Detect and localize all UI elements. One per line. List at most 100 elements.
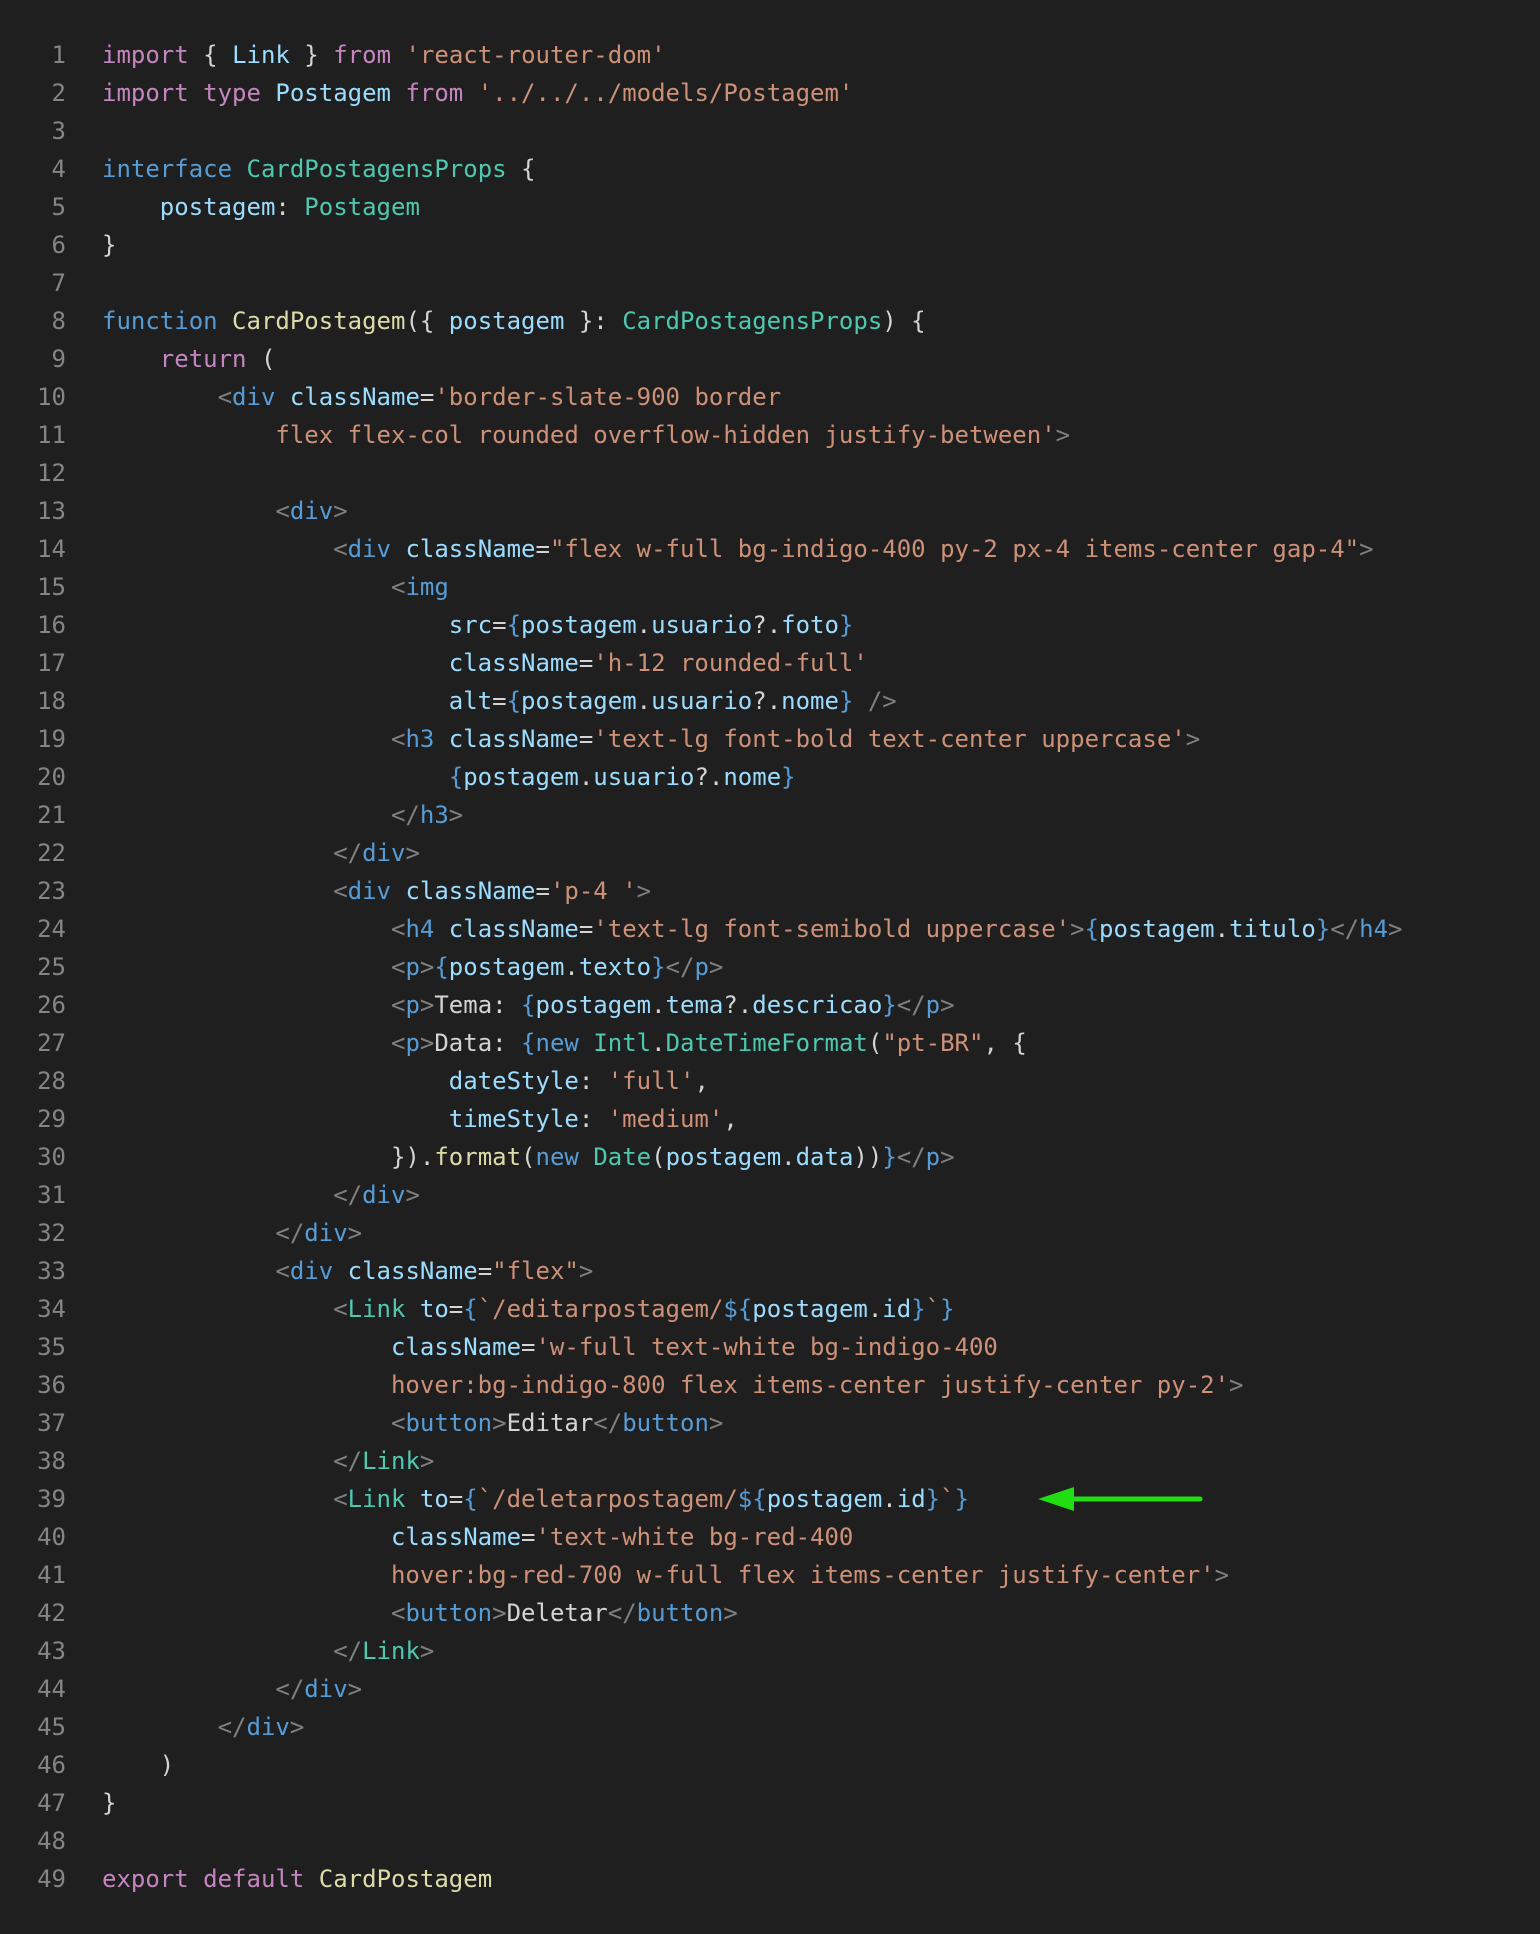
code-text[interactable]: <Link to={`/editarpostagem/${postagem.id… (102, 1290, 954, 1328)
code-text[interactable]: <button>Deletar</button> (102, 1594, 738, 1632)
code-line[interactable]: 8 function CardPostagem({ postagem }: Car… (0, 302, 1540, 340)
code-text[interactable]: <button>Editar</button> (102, 1404, 723, 1442)
code-text[interactable]: className='w-full text-white bg-indigo-4… (102, 1328, 998, 1366)
code-text[interactable]: } (102, 1784, 116, 1822)
code-text[interactable]: hover:bg-red-700 w-full flex items-cente… (102, 1556, 1229, 1594)
code-line[interactable]: 16 src={postagem.usuario?.foto} (0, 606, 1540, 644)
code-line[interactable]: 30 }).format(new Date(postagem.data))}</… (0, 1138, 1540, 1176)
code-text[interactable]: } (102, 226, 116, 264)
code-text[interactable]: postagem: Postagem (102, 188, 420, 226)
code-text[interactable]: export default CardPostagem (102, 1860, 492, 1898)
code-line[interactable]: 49 export default CardPostagem (0, 1860, 1540, 1898)
code-text[interactable]: <p>Tema: {postagem.tema?.descricao}</p> (102, 986, 955, 1024)
code-line[interactable]: 37 <button>Editar</button> (0, 1404, 1540, 1442)
code-text[interactable]: import { Link } from 'react-router-dom' (102, 36, 666, 74)
code-line[interactable]: 43 </Link> (0, 1632, 1540, 1670)
code-line[interactable]: 4 interface CardPostagensProps { (0, 150, 1540, 188)
code-line[interactable]: 6} (0, 226, 1540, 264)
code-text[interactable]: {postagem.usuario?.nome} (102, 758, 796, 796)
code-line[interactable]: 18 alt={postagem.usuario?.nome} /> (0, 682, 1540, 720)
code-text[interactable]: flex flex-col rounded overflow-hidden ju… (102, 416, 1070, 454)
code-text[interactable]: <img (102, 568, 449, 606)
code-line[interactable]: 3 (0, 112, 1540, 150)
code-line[interactable]: 31 </div> (0, 1176, 1540, 1214)
code-text[interactable]: }).format(new Date(postagem.data))}</p> (102, 1138, 955, 1176)
code-text[interactable]: <div className="flex w-full bg-indigo-40… (102, 530, 1373, 568)
code-line[interactable]: 45 </div> (0, 1708, 1540, 1746)
code-line[interactable]: 24 <h4 className='text-lg font-semibold … (0, 910, 1540, 948)
code-text[interactable]: className='h-12 rounded-full' (102, 644, 868, 682)
code-line[interactable]: 40 className='text-white bg-red-400 (0, 1518, 1540, 1556)
code-line[interactable]: 47} (0, 1784, 1540, 1822)
code-text[interactable]: <div className='border-slate-900 border (102, 378, 782, 416)
code-text[interactable]: dateStyle: 'full', (102, 1062, 709, 1100)
code-line[interactable]: 34 <Link to={`/editarpostagem/${postagem… (0, 1290, 1540, 1328)
code-text[interactable]: <h4 className='text-lg font-semibold upp… (102, 910, 1403, 948)
code-line[interactable]: 5 postagem: Postagem (0, 188, 1540, 226)
code-line[interactable]: 21 </h3> (0, 796, 1540, 834)
code-text[interactable]: <div className="flex"> (102, 1252, 593, 1290)
code-text[interactable]: </div> (102, 834, 420, 872)
code-token: import (102, 79, 189, 107)
code-line[interactable]: 26 <p>Tema: {postagem.tema?.descricao}</… (0, 986, 1540, 1024)
code-text[interactable]: </div> (102, 1708, 305, 1746)
code-line[interactable]: 29 timeStyle: 'medium', (0, 1100, 1540, 1138)
code-text[interactable]: interface CardPostagensProps { (102, 150, 536, 188)
code-token: CardPostagem (232, 307, 406, 335)
code-text[interactable]: <h3 className='text-lg font-bold text-ce… (102, 720, 1200, 758)
code-line[interactable]: 7 (0, 264, 1540, 302)
code-text[interactable]: import type Postagem from '../../../mode… (102, 74, 853, 112)
code-line[interactable]: 41 hover:bg-red-700 w-full flex items-ce… (0, 1556, 1540, 1594)
code-line[interactable]: 33 <div className="flex"> (0, 1252, 1540, 1290)
code-token: div (232, 383, 276, 411)
code-line[interactable]: 28 dateStyle: 'full', (0, 1062, 1540, 1100)
code-line[interactable]: 35 className='w-full text-white bg-indig… (0, 1328, 1540, 1366)
code-line[interactable]: 32 </div> (0, 1214, 1540, 1252)
code-text[interactable]: </h3> (102, 796, 463, 834)
code-text[interactable]: src={postagem.usuario?.foto} (102, 606, 854, 644)
code-text[interactable]: </div> (102, 1176, 420, 1214)
code-text[interactable]: <Link to={`/deletarpostagem/${postagem.i… (102, 1480, 969, 1518)
code-text[interactable]: hover:bg-indigo-800 flex items-center ju… (102, 1366, 1244, 1404)
code-text[interactable]: className='text-white bg-red-400 (102, 1518, 853, 1556)
code-text[interactable]: <p>{postagem.texto}</p> (102, 948, 723, 986)
code-line[interactable]: 14 <div className="flex w-full bg-indigo… (0, 530, 1540, 568)
code-line[interactable]: 1 import { Link } from 'react-router-dom' (0, 36, 1540, 74)
code-line[interactable]: 12 (0, 454, 1540, 492)
code-line[interactable]: 39 <Link to={`/deletarpostagem/${postage… (0, 1480, 1540, 1518)
code-line[interactable]: 20 {postagem.usuario?.nome} (0, 758, 1540, 796)
code-line[interactable]: 19 <h3 className='text-lg font-bold text… (0, 720, 1540, 758)
code-line[interactable]: 46 ) (0, 1746, 1540, 1784)
code-line[interactable]: 36 hover:bg-indigo-800 flex items-center… (0, 1366, 1540, 1404)
code-text[interactable]: timeStyle: 'medium', (102, 1100, 738, 1138)
code-line[interactable]: 13 <div> (0, 492, 1540, 530)
code-line[interactable]: 44 </div> (0, 1670, 1540, 1708)
code-line[interactable]: 38 </Link> (0, 1442, 1540, 1480)
code-text[interactable]: <div> (102, 492, 347, 530)
code-text[interactable]: </div> (102, 1214, 362, 1252)
code-line[interactable]: 10 <div className='border-slate-900 bord… (0, 378, 1540, 416)
code-line[interactable]: 42 <button>Deletar</button> (0, 1594, 1540, 1632)
code-text[interactable]: </div> (102, 1670, 362, 1708)
code-text[interactable]: alt={postagem.usuario?.nome} /> (102, 682, 897, 720)
code-line[interactable]: 2 import type Postagem from '../../../mod… (0, 74, 1540, 112)
code-line[interactable]: 27 <p>Data: {new Intl.DateTimeFormat("pt… (0, 1024, 1540, 1062)
code-text[interactable]: return ( (102, 340, 276, 378)
code-text[interactable]: <div className='p-4 '> (102, 872, 651, 910)
code-line[interactable]: 25 <p>{postagem.texto}</p> (0, 948, 1540, 986)
code-line[interactable]: 17 className='h-12 rounded-full' (0, 644, 1540, 682)
code-line[interactable]: 15 <img (0, 568, 1540, 606)
code-line[interactable]: 22 </div> (0, 834, 1540, 872)
code-text[interactable]: </Link> (102, 1632, 434, 1670)
code-text[interactable]: ) (102, 1746, 174, 1784)
code-line[interactable]: 9 return ( (0, 340, 1540, 378)
code-editor[interactable]: 1 import { Link } from 'react-router-dom'… (0, 36, 1540, 1898)
code-line[interactable]: 11 flex flex-col rounded overflow-hidden… (0, 416, 1540, 454)
code-text[interactable]: </Link> (102, 1442, 434, 1480)
line-number: 2 (51, 79, 66, 107)
code-line[interactable]: 48 (0, 1822, 1540, 1860)
code-text[interactable]: function CardPostagem({ postagem }: Card… (102, 302, 926, 340)
code-token: flex flex-col rounded overflow-hidden ju… (102, 421, 1056, 449)
code-text[interactable]: <p>Data: {new Intl.DateTimeFormat("pt-BR… (102, 1024, 1027, 1062)
code-line[interactable]: 23 <div className='p-4 '> (0, 872, 1540, 910)
